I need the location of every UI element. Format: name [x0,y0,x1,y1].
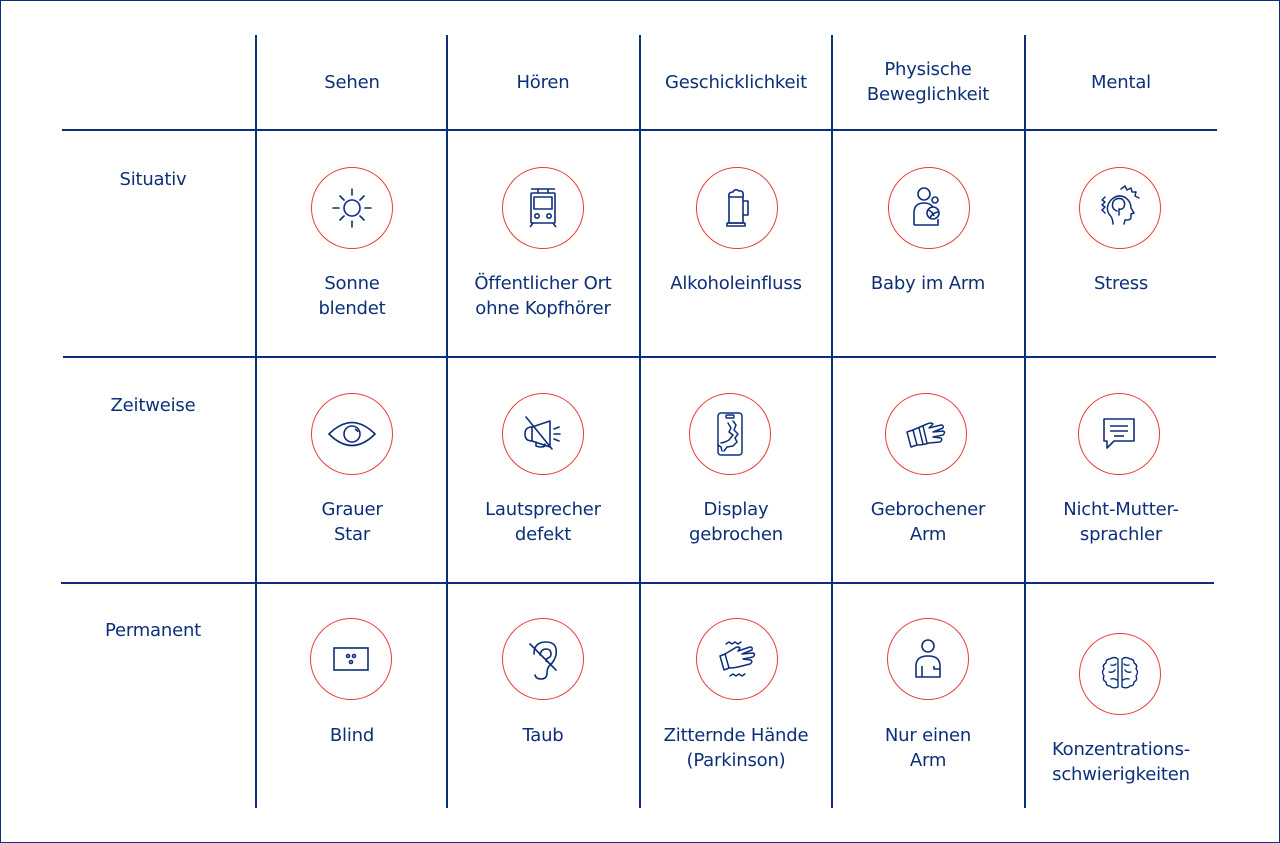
sun-icon [311,167,393,249]
cell-label: Stress [1093,273,1149,294]
grid-line-horizontal [62,129,1217,131]
cell-label: Konzentrations- schwierigkeiten [1051,739,1191,785]
grid-line-vertical [255,35,257,808]
cell-label: Zitternde Hände (Parkinson) [663,725,809,771]
row-label-zeitweise: Zeitweise [110,395,196,416]
braille-icon [310,618,392,700]
speech-bubble-icon [1078,393,1160,475]
cell-label: Sonne blendet [318,273,386,319]
deaf-ear-icon [502,618,584,700]
row-label-permanent: Permanent [104,620,202,641]
cell-label: Nur einen Arm [884,725,972,771]
person-holding-baby-icon [888,167,970,249]
column-header-hoeren: Hören [516,72,570,93]
cell-label: Alkoholeinfluss [670,273,802,294]
grid-line-vertical [1024,35,1026,808]
tram-icon [502,167,584,249]
cell-label: Display gebrochen [689,499,783,545]
shaking-hand-icon [696,618,778,700]
cell-label: Lautsprecher defekt [485,499,601,545]
brain-icon [1079,633,1161,715]
cell-label: Grauer Star [321,499,383,545]
grid-line-vertical [639,35,641,808]
column-header-sehen: Sehen [324,72,380,93]
eye-icon [311,393,393,475]
column-header-physische-beweglichkeit: Physische Beweglichkeit [866,59,990,105]
grid-line-vertical [831,35,833,808]
bandaged-hand-icon [885,393,967,475]
cracked-phone-icon [689,393,771,475]
beer-mug-icon [696,167,778,249]
cell-label: Taub [522,725,564,746]
column-header-mental: Mental [1091,72,1151,93]
grid-line-vertical [446,35,448,808]
column-header-geschicklichkeit: Geschicklichkeit [664,72,808,93]
cell-label: Öffentlicher Ort ohne Kopfhörer [474,273,612,319]
cell-label: Blind [329,725,375,746]
muted-megaphone-icon [502,393,584,475]
row-label-situativ: Situativ [119,169,187,190]
cell-label: Baby im Arm [870,273,986,294]
grid-line-horizontal [63,356,1216,358]
one-arm-person-icon [887,618,969,700]
stressed-head-icon [1079,167,1161,249]
grid-line-horizontal [61,582,1214,584]
cell-label: Nicht-Mutter- sprachler [1063,499,1179,545]
cell-label: Gebrochener Arm [870,499,986,545]
